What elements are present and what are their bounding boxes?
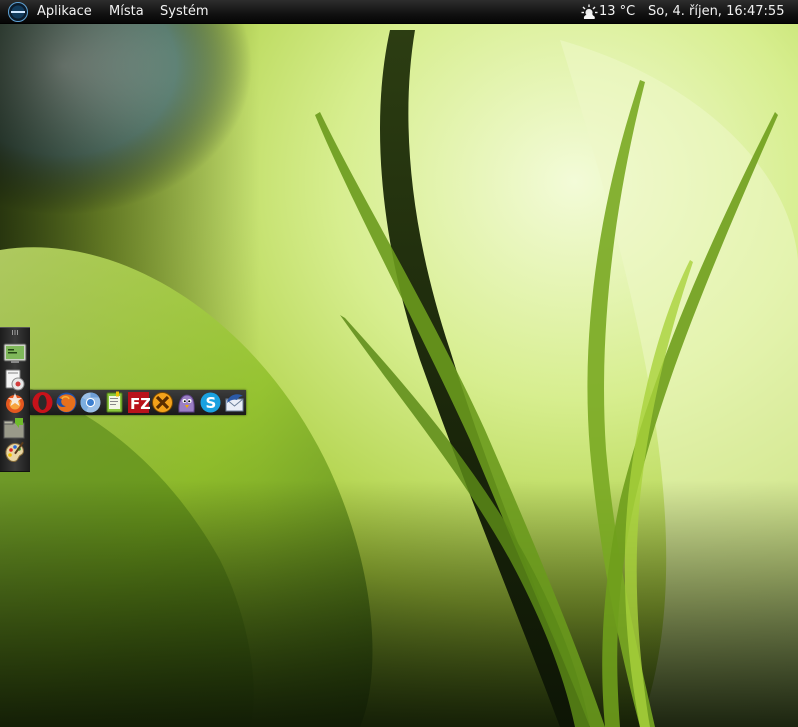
applications-menu[interactable]: Aplikace — [33, 0, 96, 24]
svg-text:FZ: FZ — [130, 395, 150, 413]
places-menu[interactable]: Místa — [105, 0, 148, 24]
firefox-star-icon[interactable] — [3, 391, 27, 415]
file-manager-icon[interactable] — [3, 416, 27, 440]
opera-icon[interactable] — [31, 391, 54, 414]
crossover-icon[interactable] — [151, 391, 174, 414]
temperature-label: 13 °C — [599, 4, 636, 19]
clock-applet[interactable]: So, 4. říjen, 16:47:55 — [648, 0, 784, 24]
desktop-wallpaper — [0, 0, 798, 727]
firefox-icon[interactable] — [55, 391, 78, 414]
launcher-bar: FZ S — [30, 390, 246, 415]
chromium-icon[interactable] — [79, 391, 102, 414]
pidgin-icon[interactable] — [175, 391, 198, 414]
distro-logo-icon[interactable] — [8, 2, 28, 22]
thunderbird-icon[interactable] — [223, 391, 246, 414]
drive-properties-icon[interactable] — [3, 368, 27, 392]
dock-handle-icon[interactable] — [12, 330, 18, 335]
top-panel: Aplikace Místa Systém 13 °C So, 4. říjen… — [0, 0, 798, 24]
system-menu[interactable]: Systém — [156, 0, 212, 24]
filezilla-icon[interactable]: FZ — [127, 391, 150, 414]
sun-cloud-icon — [581, 4, 598, 19]
terminal-icon[interactable] — [3, 341, 27, 365]
skype-icon[interactable]: S — [199, 391, 222, 414]
paint-palette-icon[interactable] — [3, 440, 27, 464]
left-dock-panel — [0, 327, 30, 472]
text-editor-icon[interactable] — [103, 391, 126, 414]
svg-text:S: S — [206, 394, 217, 412]
